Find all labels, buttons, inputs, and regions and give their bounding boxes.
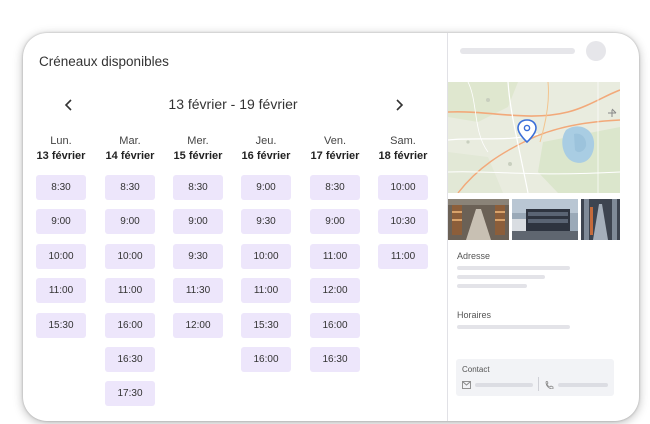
location-map[interactable]: [448, 82, 620, 193]
hours-label: Horaires: [457, 310, 492, 320]
time-slot-button[interactable]: 9:00: [173, 209, 223, 234]
time-slot-button[interactable]: 16:00: [310, 313, 360, 338]
time-slot-button[interactable]: 9:00: [310, 209, 360, 234]
time-slot-button[interactable]: 15:30: [241, 313, 291, 338]
day-date: 16 février: [241, 150, 291, 162]
previous-week-button[interactable]: [60, 95, 78, 115]
contact-label: Contact: [462, 365, 490, 374]
day-column: Lun. 13 février: [34, 134, 88, 163]
photo-gallery: [448, 199, 620, 240]
day-name: Mar.: [119, 135, 141, 147]
calendar-title: Créneaux disponibles: [39, 54, 169, 69]
day-name: Mer.: [187, 135, 209, 147]
hours-line-1: [457, 325, 570, 329]
time-slot-button[interactable]: 10:00: [378, 175, 428, 200]
time-slot-button[interactable]: 11:30: [173, 278, 223, 303]
chevron-right-icon: [396, 99, 404, 111]
time-slot-button[interactable]: 17:30: [105, 381, 155, 406]
phone-placeholder: [558, 383, 608, 387]
email-placeholder: [475, 383, 533, 387]
building-photo[interactable]: [512, 199, 578, 240]
next-week-button[interactable]: [390, 95, 408, 115]
chevron-left-icon: [64, 99, 72, 111]
day-column: Mar. 14 février: [103, 134, 157, 163]
address-label: Adresse: [457, 251, 491, 261]
time-slot-button[interactable]: 8:30: [173, 175, 223, 200]
booking-card: Créneaux disponibles 13 février - 19 fév…: [23, 33, 639, 421]
day-name: Jeu.: [255, 135, 277, 147]
time-slot-button[interactable]: 10:00: [105, 244, 155, 269]
contact-divider: [538, 377, 539, 391]
time-slot-button[interactable]: 11:00: [378, 244, 428, 269]
time-slot-button[interactable]: 9:00: [105, 209, 155, 234]
time-slot-button[interactable]: 10:30: [378, 209, 428, 234]
time-slot-button[interactable]: 8:30: [310, 175, 360, 200]
warehouse-photo[interactable]: [448, 199, 509, 240]
time-slot-button[interactable]: 11:00: [36, 278, 86, 303]
day-date: 17 février: [310, 150, 360, 162]
email-icon[interactable]: [462, 381, 471, 389]
time-slot-button[interactable]: 10:00: [36, 244, 86, 269]
day-column: Sam. 18 février: [376, 134, 430, 163]
interior-photo[interactable]: [581, 199, 620, 240]
avatar[interactable]: [586, 41, 606, 61]
day-column: Mer. 15 février: [171, 134, 225, 163]
phone-icon[interactable]: [545, 381, 554, 389]
time-slot-button[interactable]: 9:30: [173, 244, 223, 269]
day-date: 13 février: [36, 150, 86, 162]
address-line-1: [457, 266, 570, 270]
header-placeholder-bar: [460, 48, 575, 54]
time-slot-button[interactable]: 16:00: [241, 347, 291, 372]
time-slot-button[interactable]: 16:30: [310, 347, 360, 372]
day-date: 15 février: [173, 150, 223, 162]
time-slot-button[interactable]: 9:00: [36, 209, 86, 234]
time-slot-button[interactable]: 11:00: [310, 244, 360, 269]
calendar-panel: Créneaux disponibles 13 février - 19 fév…: [23, 33, 447, 421]
time-slot-button[interactable]: 9:30: [241, 209, 291, 234]
contact-box: Contact: [456, 359, 614, 396]
time-slot-button[interactable]: 8:30: [105, 175, 155, 200]
time-slot-button[interactable]: 16:00: [105, 313, 155, 338]
time-slot-button[interactable]: 16:30: [105, 347, 155, 372]
day-column: Jeu. 16 février: [239, 134, 293, 163]
day-date: 18 février: [378, 150, 428, 162]
address-line-3: [457, 284, 527, 288]
day-name: Ven.: [323, 135, 347, 147]
time-slot-button[interactable]: 9:00: [241, 175, 291, 200]
time-slot-button[interactable]: 12:00: [173, 313, 223, 338]
time-slot-button[interactable]: 15:30: [36, 313, 86, 338]
day-column: Ven. 17 février: [308, 134, 362, 163]
day-date: 14 février: [105, 150, 155, 162]
day-name: Sam.: [390, 135, 416, 147]
week-range: 13 février - 19 février: [168, 96, 298, 112]
time-slot-button[interactable]: 8:30: [36, 175, 86, 200]
address-line-2: [457, 275, 545, 279]
time-slot-button[interactable]: 11:00: [241, 278, 291, 303]
location-panel: Adresse Horaires Contact: [448, 33, 639, 421]
time-slot-button[interactable]: 11:00: [105, 278, 155, 303]
time-slot-button[interactable]: 10:00: [241, 244, 291, 269]
time-slot-button[interactable]: 12:00: [310, 278, 360, 303]
day-name: Lun.: [50, 135, 72, 147]
